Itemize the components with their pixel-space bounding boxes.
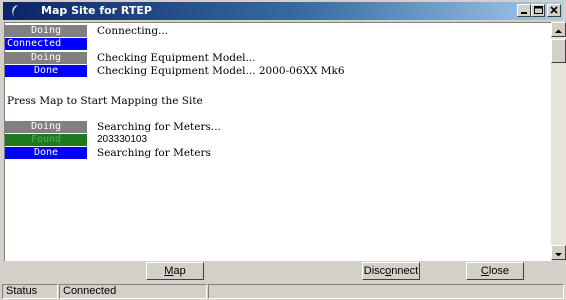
maximize-icon	[534, 6, 543, 14]
log-message: Searching for Meters	[97, 147, 211, 159]
log-message: Connecting...	[97, 25, 169, 37]
log-message: Checking Equipment Model... 2000-06XX Mk…	[97, 65, 345, 77]
arrow-up-icon	[555, 29, 562, 33]
vertical-scrollbar[interactable]	[551, 22, 566, 260]
title-bar[interactable]: Map Site for RTEP	[3, 2, 563, 20]
scroll-up-button[interactable]	[551, 22, 566, 37]
status-panel-empty	[208, 284, 564, 299]
status-log[interactable]: Doing Connecting... Connected Doing Chec…	[4, 22, 552, 261]
minimize-button[interactable]	[517, 4, 531, 17]
log-message: 203330103	[97, 134, 148, 145]
map-site-window: Map Site for RTEP Doing Connecting... Co…	[0, 0, 566, 300]
map-button[interactable]: Map	[146, 262, 204, 280]
disconnect-button[interactable]: Disconnect	[362, 262, 420, 280]
app-icon	[12, 5, 18, 17]
status-bar: Status Connected	[0, 283, 566, 300]
window-title: Map Site for RTEP	[41, 4, 152, 17]
status-badge: Done	[5, 147, 87, 159]
status-label: Status	[2, 284, 58, 299]
close-button[interactable]: Close	[466, 262, 524, 280]
close-window-button[interactable]	[547, 4, 561, 17]
close-icon	[550, 6, 558, 14]
status-badge: Done	[5, 65, 87, 77]
close-button-hotkey: C	[480, 265, 489, 277]
log-message: Searching for Meters...	[97, 121, 221, 133]
map-button-label-rest: ap	[173, 265, 186, 277]
arrow-down-icon	[555, 253, 562, 257]
status-badge: Doing	[5, 25, 87, 37]
status-badge: Doing	[5, 52, 87, 64]
maximize-button[interactable]	[531, 4, 545, 17]
minimize-icon	[521, 12, 527, 14]
status-value: Connected	[59, 284, 207, 299]
status-badge: Found	[5, 134, 87, 146]
disconnect-button-label-rest: nnect	[391, 265, 419, 277]
status-badge: Connected	[5, 38, 87, 50]
disconnect-button-label: Disc	[363, 265, 386, 277]
status-badge: Doing	[5, 121, 87, 133]
log-message: Press Map to Start Mapping the Site	[7, 95, 203, 107]
scroll-down-button[interactable]	[551, 245, 566, 260]
log-message: Checking Equipment Model...	[97, 52, 256, 64]
scroll-thumb[interactable]	[551, 39, 566, 63]
close-button-label-rest: lose	[488, 265, 510, 277]
